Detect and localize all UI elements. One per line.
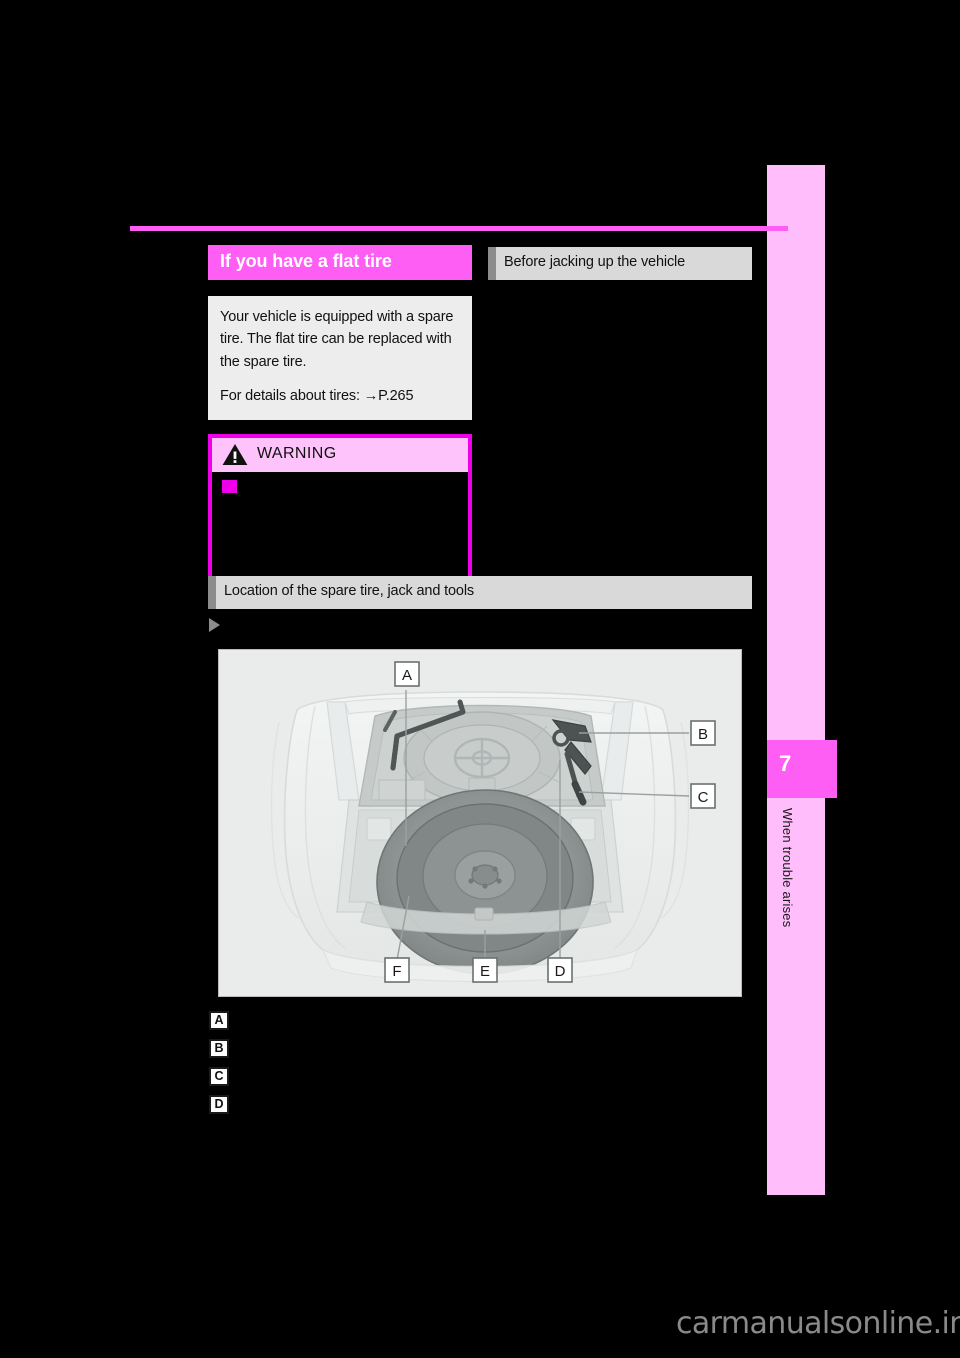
svg-text:C: C [698,789,709,806]
section-accent-bar [488,247,496,280]
site-watermark: carmanualsonline.info [676,1306,960,1341]
legend-key-b: B [209,1038,229,1058]
left-column: If you have a flat tire Your vehicle is … [208,245,472,592]
section-header-before-jacking: Before jacking up the vehicle [488,247,752,280]
svg-text:A: A [402,667,412,684]
warning-body [212,471,468,588]
warning-triangle-icon [222,443,248,465]
svg-text:B: B [698,726,708,743]
intro-paragraph-2: For details about tires: →P.265 [220,388,414,405]
callout-box-f: F [384,957,410,983]
callout-box-e: E [472,957,498,983]
legend-key-c: C [209,1066,229,1086]
chapter-tab[interactable] [767,740,837,798]
section-header-location: Location of the spare tire, jack and too… [208,576,752,609]
page-title: If you have a flat tire [208,245,472,280]
intro-text-box: Your vehicle is equipped with a spare ti… [208,295,472,420]
chapter-number: 7 [779,751,792,776]
warning-bullet-icon [222,479,237,493]
callout-box-d: D [547,957,573,983]
list-item: B [209,1034,749,1062]
list-item: A [209,1006,749,1034]
legend-key-a: A [209,1010,229,1030]
intro-paragraph-1: Your vehicle is equipped with a spare ti… [220,308,454,370]
callout-box-a: A [394,661,420,687]
svg-text:E: E [480,963,490,980]
warning-box: WARNING [208,433,472,592]
section-accent-bar-location [208,576,216,609]
legend-list: A B C D [209,1006,749,1118]
list-item: D [209,1090,749,1118]
svg-text:F: F [392,963,401,980]
spare-tire-location-illustration: A B C D E F [218,649,742,997]
warning-header: WARNING [212,437,468,472]
section-header-label: Before jacking up the vehicle [504,254,686,270]
triangle-marker-icon [209,618,220,632]
chapter-title-vertical: When trouble arises [780,808,795,928]
legend-key-d: D [209,1094,229,1114]
trunk-diagram-svg: A B C D E F [219,650,741,996]
section-header-location-label: Location of the spare tire, jack and too… [224,583,475,599]
chapter-side-band [767,165,825,1195]
warning-label: WARNING [257,445,337,463]
list-item: C [209,1062,749,1090]
callout-box-c: C [690,783,716,809]
callout-box-b: B [690,720,716,746]
svg-text:D: D [555,963,566,980]
page-top-rule [130,226,788,231]
